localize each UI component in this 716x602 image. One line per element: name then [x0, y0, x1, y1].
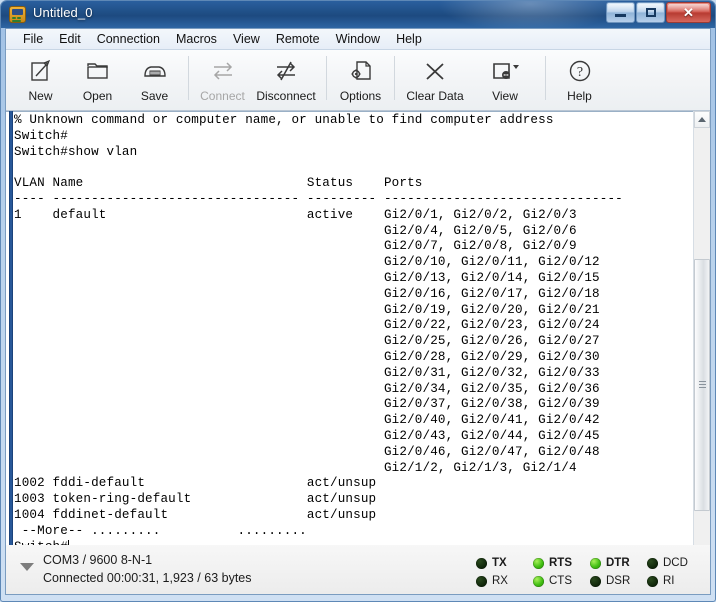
close-icon: ✕: [683, 4, 694, 20]
dsr-label: DSR: [606, 575, 631, 587]
led-dcd: DCD: [647, 554, 704, 572]
menu-remote[interactable]: Remote: [268, 30, 328, 48]
scroll-up-arrow[interactable]: [694, 111, 710, 128]
view-screen-icon: [489, 56, 521, 86]
connect-button-label: Connect: [200, 89, 245, 103]
ri-label: RI: [663, 575, 675, 587]
connect-arrows-icon: [210, 56, 236, 86]
dcd-label: DCD: [663, 557, 688, 569]
connection-status-text: Connected 00:00:31, 1,923 / 63 bytes: [43, 571, 252, 585]
new-document-icon: [28, 56, 54, 86]
disconnect-button[interactable]: Disconnect: [251, 50, 321, 108]
terminal-text: % Unknown command or computer name, or u…: [14, 113, 623, 554]
terminal-output[interactable]: % Unknown command or computer name, or u…: [14, 113, 686, 559]
led-rx: RX: [476, 572, 533, 590]
dcd-led-icon: [647, 557, 658, 569]
menu-bar: File Edit Connection Macros View Remote …: [6, 29, 710, 50]
help-button[interactable]: ? Help: [551, 50, 608, 108]
terminal-device-icon: [9, 6, 26, 23]
clear-data-button[interactable]: Clear Data: [400, 50, 470, 108]
connect-button[interactable]: Connect: [194, 50, 251, 108]
minimize-button[interactable]: [606, 2, 635, 23]
toolbar-separator: [326, 56, 327, 100]
save-button-label: Save: [140, 89, 169, 103]
svg-text:?: ?: [576, 65, 582, 80]
options-button-label: Options: [339, 89, 382, 103]
dsr-led-icon: [590, 575, 601, 587]
cts-label: CTS: [549, 575, 572, 587]
menu-view[interactable]: View: [225, 30, 268, 48]
clear-data-button-label: Clear Data: [406, 89, 464, 103]
menu-connection[interactable]: Connection: [89, 30, 168, 48]
led-ri: RI: [647, 572, 704, 590]
connection-settings-text: COM3 / 9600 8-N-1: [43, 553, 153, 567]
led-tx: TX: [476, 554, 533, 572]
clear-x-icon: [422, 56, 448, 86]
save-button[interactable]: Save: [126, 50, 183, 108]
tx-label: TX: [492, 557, 507, 569]
caption-buttons: ✕: [605, 2, 711, 23]
dtr-label: DTR: [606, 557, 630, 569]
scrollbar-thumb[interactable]: [694, 259, 710, 511]
ri-led-icon: [647, 575, 658, 587]
rts-label: RTS: [549, 557, 572, 569]
menu-macros[interactable]: Macros: [168, 30, 225, 48]
dtr-led-icon: [590, 557, 601, 569]
open-button-label: Open: [82, 89, 113, 103]
led-dtr: DTR: [590, 554, 647, 572]
rx-label: RX: [492, 575, 508, 587]
window-title: Untitled_0: [33, 5, 93, 20]
cts-led-icon: [533, 575, 544, 587]
menu-file[interactable]: File: [15, 30, 51, 48]
menu-edit[interactable]: Edit: [51, 30, 89, 48]
disconnect-arrows-icon: [273, 56, 299, 86]
status-bar: COM3 / 9600 8-N-1 Connected 00:00:31, 1,…: [5, 545, 711, 595]
menu-window[interactable]: Window: [328, 30, 388, 48]
close-button[interactable]: ✕: [666, 2, 711, 23]
led-cts: CTS: [533, 572, 590, 590]
led-row-top: TX RTS DTR DCD: [476, 554, 706, 572]
view-button-label: View: [492, 89, 518, 103]
rx-led-icon: [476, 575, 487, 587]
title-bar[interactable]: Untitled_0 ✕: [1, 1, 715, 28]
options-gear-document-icon: [348, 56, 374, 86]
toolbar: New Open Save Connect Disconnect Options…: [6, 50, 710, 111]
open-folder-icon: [85, 56, 111, 86]
client-area: File Edit Connection Macros View Remote …: [5, 28, 711, 570]
toolbar-separator: [545, 56, 546, 100]
chevron-down-icon: [513, 65, 519, 69]
application-window: Untitled_0 ✕ File Edit Connection Macros…: [0, 0, 716, 602]
tx-led-icon: [476, 557, 487, 569]
vertical-scrollbar[interactable]: [693, 111, 710, 570]
new-button-label: New: [28, 89, 53, 103]
terminal-left-margin-bar: [9, 111, 13, 570]
menu-help[interactable]: Help: [388, 30, 430, 48]
led-row-bottom: RX CTS DSR RI: [476, 572, 706, 590]
toolbar-separator: [394, 56, 395, 100]
help-button-label: Help: [567, 89, 592, 103]
save-disk-icon: [142, 56, 168, 86]
signal-led-panel: TX RTS DTR DCD RX CTS DSR RI: [476, 550, 706, 590]
rts-led-icon: [533, 557, 544, 569]
led-rts: RTS: [533, 554, 590, 572]
view-button[interactable]: View: [470, 50, 540, 108]
terminal-panel: % Unknown command or computer name, or u…: [6, 111, 710, 570]
expander-triangle-icon[interactable]: [20, 563, 34, 571]
disconnect-button-label: Disconnect: [256, 89, 316, 103]
open-button[interactable]: Open: [69, 50, 126, 108]
maximize-button[interactable]: [636, 2, 665, 23]
led-dsr: DSR: [590, 572, 647, 590]
options-button[interactable]: Options: [332, 50, 389, 108]
help-question-icon: ?: [567, 56, 593, 86]
toolbar-separator: [188, 56, 189, 100]
new-button[interactable]: New: [12, 50, 69, 108]
titlebar-glow: [435, 1, 625, 28]
